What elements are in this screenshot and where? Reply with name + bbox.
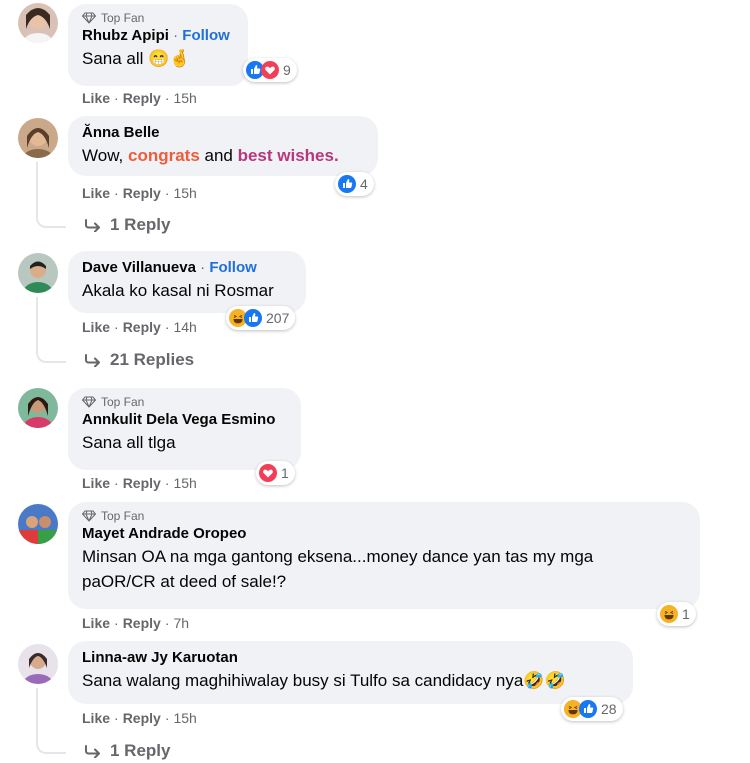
reply-button[interactable]: Reply <box>123 615 161 631</box>
avatar[interactable] <box>18 388 58 428</box>
like-button[interactable]: Like <box>82 185 110 201</box>
comment-actions: Like · Reply · 15h <box>82 90 197 106</box>
like-button[interactable]: Like <box>82 475 110 491</box>
comment-bubble: Ănna Belle Wow, congrats and best wishes… <box>68 116 378 176</box>
comment-bubble: Linna-aw Jy Karuotan Sana walang maghihi… <box>68 641 633 704</box>
comment-text: Sana all tlga <box>82 433 176 452</box>
follow-button[interactable]: Follow <box>182 27 230 44</box>
like-button[interactable]: Like <box>82 710 110 726</box>
highlight-best-wishes: best wishes. <box>237 146 339 165</box>
separator-dot: · <box>200 259 206 276</box>
timestamp[interactable]: 15h <box>173 475 196 491</box>
haha-icon <box>660 605 678 623</box>
reaction-summary[interactable]: 207 <box>226 306 296 330</box>
reply-arrow-icon <box>84 218 102 232</box>
comment-bubble: Top Fan Annkulit Dela Vega Esmino Sana a… <box>68 388 301 470</box>
view-replies-button[interactable]: 1 Reply <box>84 215 170 235</box>
avatar[interactable] <box>18 118 58 158</box>
view-replies-button[interactable]: 21 Replies <box>84 350 194 370</box>
love-icon <box>259 464 277 482</box>
thread-line <box>36 688 66 754</box>
timestamp[interactable]: 15h <box>173 90 196 106</box>
reply-button[interactable]: Reply <box>123 710 161 726</box>
like-button[interactable]: Like <box>82 319 110 335</box>
separator-dot: · <box>173 27 179 44</box>
reaction-summary[interactable]: 1 <box>657 602 696 626</box>
reaction-count: 9 <box>283 62 291 78</box>
thread-line <box>36 162 66 228</box>
commenter-name[interactable]: Rhubz Apipi <box>82 27 169 44</box>
like-icon <box>338 175 356 193</box>
reply-button[interactable]: Reply <box>123 319 161 335</box>
commenter-name[interactable]: Ănna Belle <box>82 123 364 143</box>
reaction-count: 28 <box>601 701 617 717</box>
reply-button[interactable]: Reply <box>123 90 161 106</box>
timestamp[interactable]: 14h <box>173 319 196 335</box>
avatar[interactable] <box>18 504 58 544</box>
view-replies-button[interactable]: 1 Reply <box>84 741 170 761</box>
reply-button[interactable]: Reply <box>123 185 161 201</box>
commenter-name[interactable]: Annkulit Dela Vega Esmino <box>82 410 287 430</box>
comment-bubble: Top Fan Rhubz Apipi · Follow Sana all 😁🤞 <box>68 4 248 86</box>
comment-actions: Like · Reply · 7h <box>82 615 190 631</box>
reaction-count: 4 <box>360 176 368 192</box>
highlight-congrats: congrats <box>127 146 200 165</box>
comment-actions: Like · Reply · 15h <box>82 710 197 726</box>
reaction-count: 207 <box>266 310 290 326</box>
reply-arrow-icon <box>84 353 102 367</box>
top-fan-badge: Top Fan <box>82 394 287 410</box>
timestamp[interactable]: 15h <box>173 710 196 726</box>
comment-bubble: Top Fan Mayet Andrade Oropeo Minsan OA n… <box>68 502 700 609</box>
reaction-count: 1 <box>281 465 289 481</box>
diamond-icon <box>82 510 96 522</box>
thread-line <box>36 297 66 363</box>
comment-text-line-2: paOR/CR at deed of sale!? <box>82 572 287 591</box>
like-button[interactable]: Like <box>82 615 110 631</box>
top-fan-badge: Top Fan <box>82 508 686 524</box>
avatar[interactable] <box>18 253 58 293</box>
follow-button[interactable]: Follow <box>209 259 257 276</box>
reply-arrow-icon <box>84 744 102 758</box>
comment-actions: Like · Reply · 15h <box>82 185 197 201</box>
comment-actions: Like · Reply · 15h <box>82 475 197 491</box>
comment-text: Sana all 😁🤞 <box>82 49 191 68</box>
commenter-name[interactable]: Mayet Andrade Oropeo <box>82 524 686 544</box>
like-icon <box>244 309 262 327</box>
comment-bubble: Dave Villanueva · Follow Akala ko kasal … <box>68 251 306 313</box>
like-button[interactable]: Like <box>82 90 110 106</box>
diamond-icon <box>82 396 96 408</box>
reply-button[interactable]: Reply <box>123 475 161 491</box>
commenter-name[interactable]: Linna-aw Jy Karuotan <box>82 648 619 668</box>
commenter-name[interactable]: Dave Villanueva <box>82 259 196 276</box>
comment-text: Wow, congrats and best wishes. <box>82 146 339 165</box>
love-icon <box>261 61 279 79</box>
avatar[interactable] <box>18 644 58 684</box>
timestamp[interactable]: 15h <box>173 185 196 201</box>
timestamp[interactable]: 7h <box>173 615 189 631</box>
reaction-summary[interactable]: 28 <box>561 697 623 721</box>
like-icon <box>579 700 597 718</box>
diamond-icon <box>82 12 96 24</box>
comment-text: Sana walang maghihiwalay busy si Tulfo s… <box>82 671 566 690</box>
comment-text: Akala ko kasal ni Rosmar <box>82 281 274 300</box>
comment-text-line-1: Minsan OA na mga gantong eksena...money … <box>82 547 594 566</box>
comment-actions: Like · Reply · 14h <box>82 319 197 335</box>
reaction-summary[interactable]: 1 <box>256 461 295 485</box>
top-fan-badge: Top Fan <box>82 10 234 26</box>
avatar[interactable] <box>18 3 58 43</box>
reaction-summary[interactable]: 4 <box>335 172 374 196</box>
reaction-summary[interactable]: 9 <box>243 58 297 82</box>
reaction-count: 1 <box>682 606 690 622</box>
